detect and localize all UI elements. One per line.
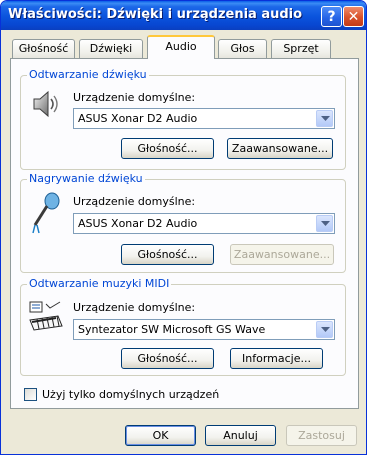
- help-icon: ?: [327, 8, 336, 25]
- recording-device-label: Urządzenie domyślne:: [73, 195, 196, 208]
- close-icon: ✕: [347, 8, 360, 25]
- ok-label: OK: [152, 429, 169, 442]
- playback-volume-label: Głośność...: [137, 142, 198, 155]
- help-button[interactable]: ?: [321, 6, 342, 27]
- midi-group: Odtwarzanie muzyki MIDI Urządzenie domyś…: [20, 277, 346, 376]
- cancel-button[interactable]: Anuluj: [205, 425, 276, 446]
- tab-volume[interactable]: Głośność: [12, 39, 75, 58]
- cancel-label: Anuluj: [223, 429, 258, 442]
- playback-device-select[interactable]: ASUS Xonar D2 Audio: [73, 108, 335, 129]
- tab-voice-label: Głos: [230, 42, 255, 55]
- playback-legend: Odtwarzanie dźwięku: [27, 68, 149, 81]
- midi-volume-button[interactable]: Głośność...: [121, 348, 214, 369]
- tab-voice[interactable]: Głos: [218, 39, 267, 58]
- chevron-down-icon: [321, 221, 330, 226]
- tab-sounds[interactable]: Dźwięki: [79, 39, 143, 58]
- playback-volume-button[interactable]: Głośność...: [121, 138, 214, 159]
- midi-keyboard-icon: [29, 301, 63, 331]
- midi-device-select[interactable]: Syntezator SW Microsoft GS Wave: [73, 319, 335, 340]
- playback-device-value: ASUS Xonar D2 Audio: [78, 112, 198, 125]
- apply-label: Zastosuj: [298, 429, 345, 442]
- apply-button[interactable]: Zastosuj: [286, 425, 357, 446]
- tab-hardware-label: Sprzęt: [283, 42, 319, 55]
- recording-volume-button[interactable]: Głośność...: [121, 244, 214, 265]
- tab-hardware[interactable]: Sprzęt: [271, 39, 331, 58]
- default-devices-only-label: Użyj tylko domyślnych urządzeń: [42, 388, 220, 401]
- playback-dropdown-button[interactable]: [316, 110, 333, 127]
- midi-dropdown-button[interactable]: [316, 321, 333, 338]
- recording-advanced-button[interactable]: Zaawansowane...: [230, 244, 334, 265]
- window-title: Właściwości: Dźwięki i urządzenia audio: [8, 7, 303, 22]
- ok-button[interactable]: OK: [125, 425, 196, 446]
- playback-group: Odtwarzanie dźwięku Urządzenie domyślne:…: [20, 68, 346, 170]
- default-devices-only-checkbox[interactable]: [24, 388, 37, 401]
- tab-volume-label: Głośność: [18, 42, 69, 55]
- midi-volume-label: Głośność...: [137, 352, 198, 365]
- tab-audio-label: Audio: [165, 40, 197, 53]
- recording-volume-label: Głośność...: [137, 248, 198, 261]
- midi-legend: Odtwarzanie muzyki MIDI: [27, 277, 172, 290]
- microphone-icon: [32, 192, 60, 234]
- midi-device-value: Syntezator SW Microsoft GS Wave: [78, 323, 266, 336]
- playback-advanced-label: Zaawansowane...: [231, 142, 329, 155]
- recording-dropdown-button[interactable]: [316, 215, 333, 232]
- tab-sounds-label: Dźwięki: [89, 42, 133, 55]
- playback-device-label: Urządzenie domyślne:: [73, 91, 196, 104]
- close-button[interactable]: ✕: [343, 6, 364, 27]
- midi-info-label: Informacje...: [242, 352, 311, 365]
- recording-advanced-label: Zaawansowane...: [233, 248, 331, 261]
- title-bar[interactable]: Właściwości: Dźwięki i urządzenia audio …: [1, 1, 366, 30]
- properties-window: Właściwości: Dźwięki i urządzenia audio …: [0, 0, 367, 455]
- recording-device-value: ASUS Xonar D2 Audio: [78, 217, 198, 230]
- tab-audio[interactable]: Audio: [147, 35, 215, 59]
- midi-device-label: Urządzenie domyślne:: [73, 301, 196, 314]
- midi-info-button[interactable]: Informacje...: [230, 348, 323, 369]
- recording-group: Nagrywanie dźwięku Urządzenie domyślne: …: [20, 172, 346, 273]
- chevron-down-icon: [321, 116, 330, 121]
- recording-device-select[interactable]: ASUS Xonar D2 Audio: [73, 213, 335, 234]
- speaker-icon: [33, 90, 58, 118]
- recording-legend: Nagrywanie dźwięku: [27, 172, 145, 185]
- chevron-down-icon: [321, 327, 330, 332]
- playback-advanced-button[interactable]: Zaawansowane...: [227, 138, 333, 159]
